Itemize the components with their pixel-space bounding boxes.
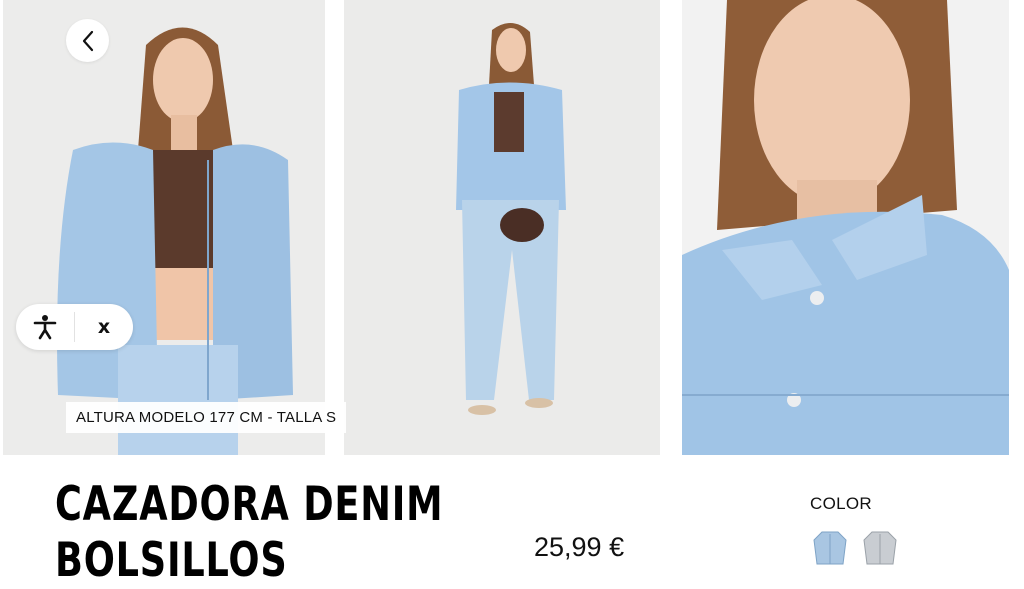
product-photo-detail[interactable] <box>682 0 1009 455</box>
model-detail-image <box>682 0 1009 455</box>
model-info-label: ALTURA MODELO 177 CM - TALLA S <box>66 402 347 433</box>
product-price: 25,99 € <box>534 532 625 562</box>
model-full-body-image <box>344 0 660 455</box>
accessibility-widget: x <box>16 304 133 350</box>
product-title: CAZADORA DENIM BOLSILLOS <box>55 477 443 589</box>
product-photo-full-body[interactable] <box>344 0 660 455</box>
back-button[interactable] <box>66 19 109 62</box>
color-swatch-grey[interactable] <box>862 528 898 566</box>
product-image-gallery: x ALTURA MODELO 177 CM - TALLA S <box>0 0 1024 455</box>
jacket-light-blue-thumbnail <box>813 531 847 565</box>
product-title-line-2: BOLSILLOS <box>55 533 288 588</box>
color-swatch-light-blue[interactable] <box>812 528 848 566</box>
accessibility-person-icon <box>33 315 57 340</box>
chevron-left-icon <box>82 30 93 51</box>
product-photo-front[interactable] <box>3 0 325 455</box>
accessibility-button[interactable] <box>16 304 74 350</box>
close-accessibility-button[interactable]: x <box>75 304 133 350</box>
color-label: COLOR <box>810 494 872 513</box>
jacket-grey-thumbnail <box>863 531 897 565</box>
product-title-line-1: CAZADORA DENIM <box>55 477 444 532</box>
model-front-image <box>3 0 325 455</box>
